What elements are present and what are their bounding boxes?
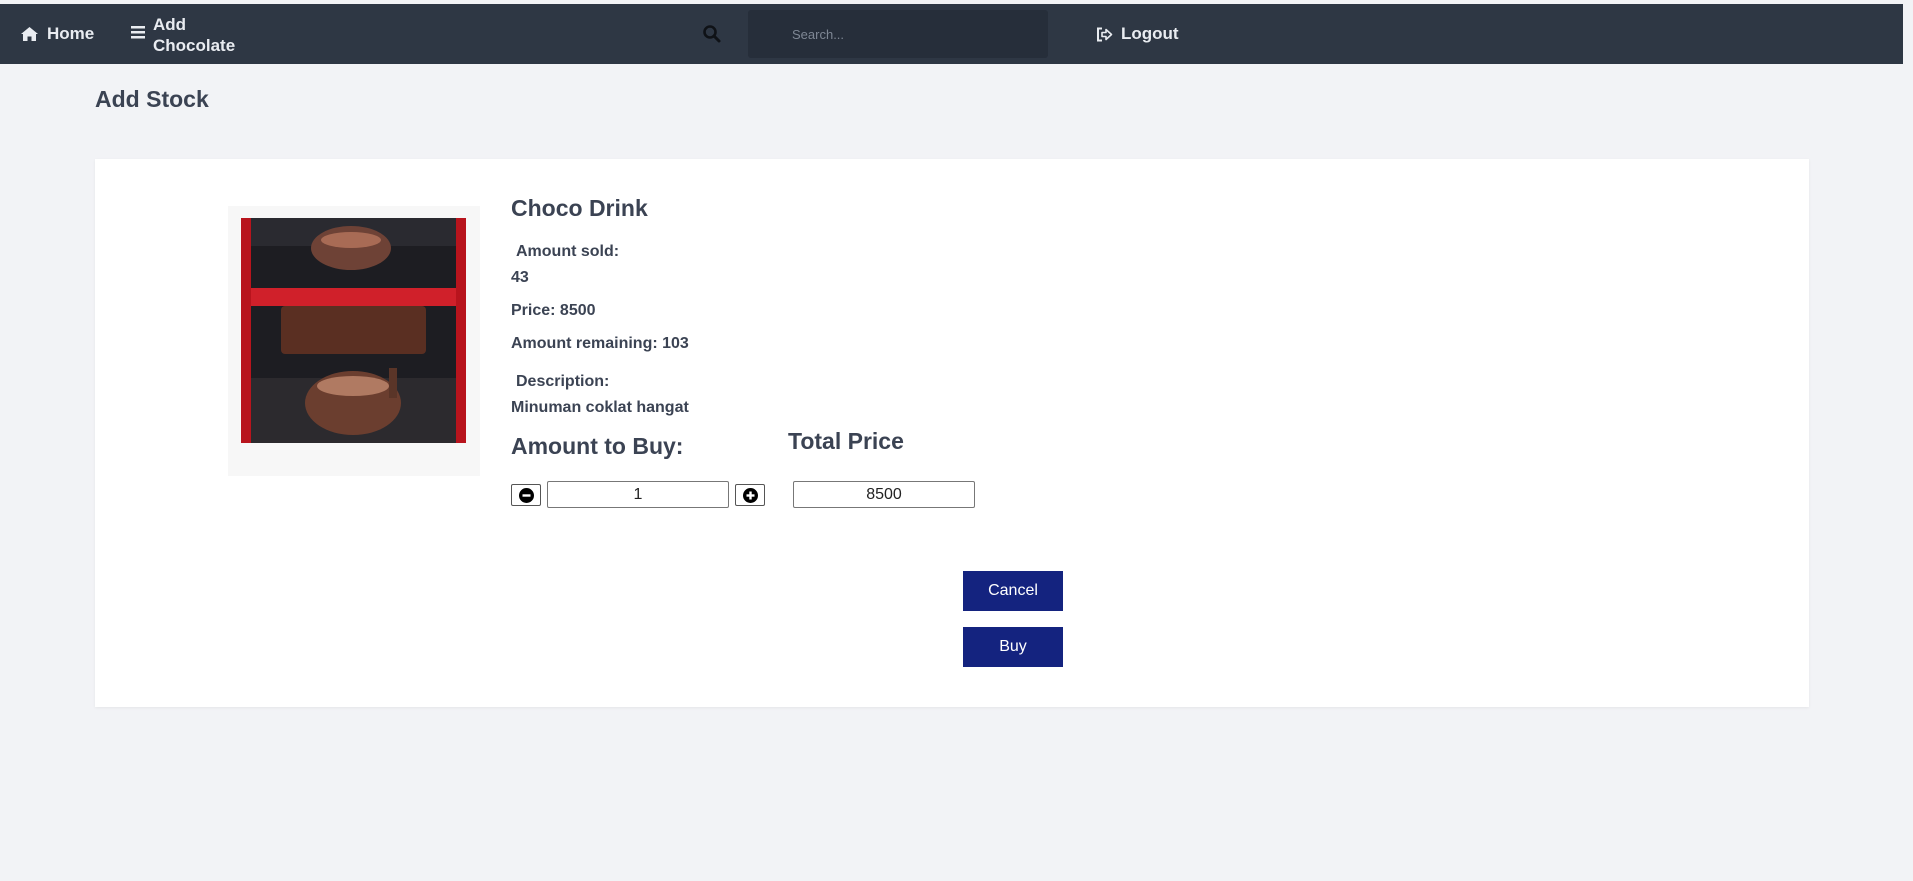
description-label: Description: [516, 373, 610, 390]
product-details: Choco Drink Amount sold: 43 Price: 8500 … [511, 195, 975, 508]
amount-sold-label: Amount sold: [516, 243, 620, 260]
total-price-label: Total Price [788, 428, 904, 454]
amount-sold-value: 43 [511, 269, 529, 286]
home-icon [21, 27, 38, 41]
logout-icon [1097, 27, 1113, 41]
top-navbar: Home Add Chocolate Logout [0, 4, 1903, 64]
product-image-frame [228, 206, 480, 476]
amount-remaining-text: Amount remaining: 103 [511, 335, 689, 352]
price-text: Price: 8500 [511, 302, 596, 319]
search-input[interactable] [748, 10, 1048, 58]
nav-logout-link[interactable]: Logout [1096, 4, 1179, 64]
nav-logout-label: Logout [1121, 24, 1179, 43]
increase-quantity-button[interactable] [735, 484, 765, 506]
product-name: Choco Drink [511, 195, 648, 221]
nav-home-label: Home [47, 24, 95, 43]
product-card: Choco Drink Amount sold: 43 Price: 8500 … [95, 159, 1809, 707]
description-text: Minuman coklat hangat [511, 399, 689, 416]
product-image [241, 218, 466, 443]
decrease-quantity-button[interactable] [511, 484, 541, 506]
cancel-button[interactable]: Cancel [963, 571, 1063, 611]
minus-circle-icon [518, 487, 534, 503]
quantity-input[interactable] [547, 481, 729, 508]
page-title: Add Stock [95, 86, 209, 112]
nav-add-label-line1: Add [153, 15, 187, 34]
nav-add-label-line2: Chocolate [153, 36, 236, 55]
plus-circle-icon [742, 487, 758, 503]
nav-home-link[interactable]: Home [20, 4, 94, 64]
total-price-field [793, 481, 975, 508]
menu-icon [131, 26, 145, 39]
amount-to-buy-label: Amount to Buy: [511, 433, 684, 459]
search-icon[interactable] [702, 24, 722, 44]
nav-add-chocolate-link[interactable]: Add Chocolate [131, 14, 236, 56]
buy-button[interactable]: Buy [963, 627, 1063, 667]
